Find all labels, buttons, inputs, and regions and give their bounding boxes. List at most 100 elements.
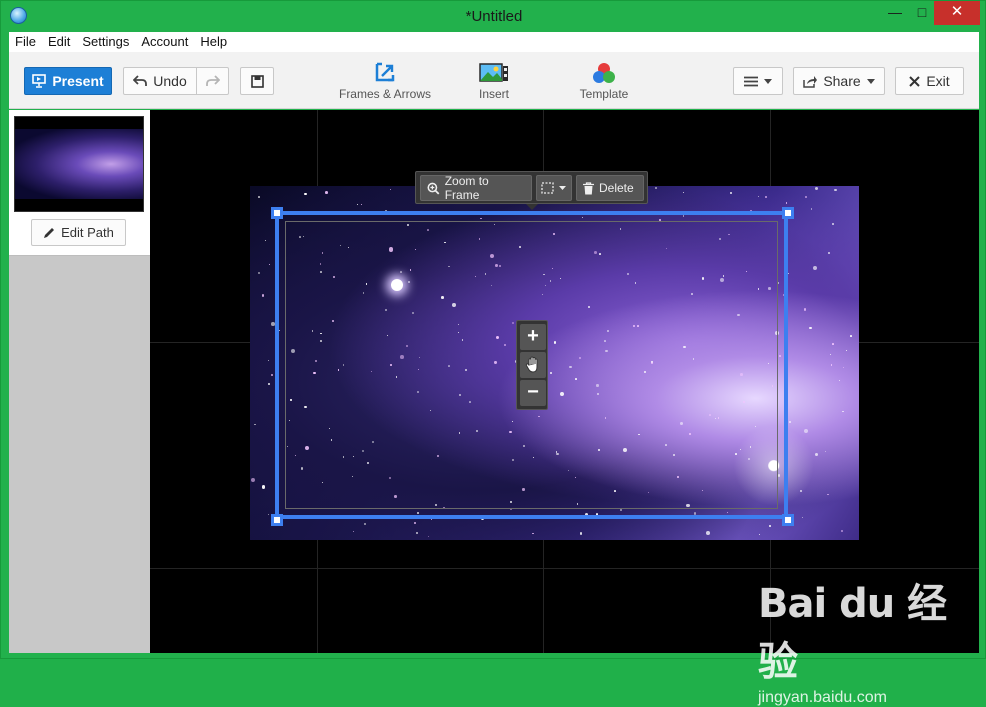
star bbox=[801, 516, 803, 518]
save-icon bbox=[250, 74, 264, 88]
delete-label: Delete bbox=[599, 181, 634, 195]
star bbox=[414, 522, 416, 524]
present-icon bbox=[32, 74, 47, 88]
star bbox=[843, 367, 845, 369]
watermark-logo: Bai du 经验 bbox=[758, 581, 947, 685]
present-button[interactable]: Present bbox=[24, 67, 112, 95]
star bbox=[804, 308, 807, 311]
insert-label: Insert bbox=[478, 87, 509, 101]
undo-icon bbox=[133, 75, 148, 86]
maximize-button[interactable]: □ bbox=[908, 1, 936, 25]
present-label: Present bbox=[52, 73, 104, 89]
menu-settings[interactable]: Settings bbox=[76, 32, 135, 52]
frame-context-toolbar: Zoom to Frame Delete bbox=[415, 171, 648, 210]
template-label: Template bbox=[579, 87, 629, 101]
menu-help[interactable]: Help bbox=[194, 32, 233, 52]
resize-handle-bottom-right[interactable] bbox=[782, 514, 794, 526]
zoom-to-frame-button[interactable]: Zoom to Frame bbox=[420, 174, 532, 202]
star bbox=[803, 429, 808, 434]
caret-down-icon bbox=[764, 78, 772, 84]
star bbox=[706, 530, 711, 535]
star bbox=[267, 383, 270, 386]
edit-path-label: Edit Path bbox=[61, 225, 114, 240]
edit-path-button[interactable]: Edit Path bbox=[31, 219, 126, 246]
insert-tool[interactable]: Insert bbox=[464, 62, 524, 101]
watermark-url: jingyan.baidu.com bbox=[758, 689, 887, 706]
menu-bar: File Edit Settings Account Help bbox=[9, 32, 979, 52]
star bbox=[428, 535, 430, 537]
grid-line bbox=[150, 568, 979, 569]
star bbox=[268, 513, 270, 515]
star bbox=[845, 349, 848, 352]
star bbox=[815, 453, 818, 456]
star bbox=[261, 485, 266, 489]
title-bar: *Untitled — □ ✕ bbox=[1, 1, 986, 32]
star bbox=[251, 477, 256, 483]
resize-handle-top-right[interactable] bbox=[782, 207, 794, 219]
caret-down-icon bbox=[559, 186, 566, 190]
frames-arrows-label: Frames & Arrows bbox=[338, 87, 431, 101]
star bbox=[267, 359, 269, 362]
undo-button[interactable]: Undo bbox=[123, 67, 197, 95]
delete-frame-button[interactable]: Delete bbox=[576, 175, 644, 201]
template-tool[interactable]: Template bbox=[572, 62, 636, 101]
caret-down-icon bbox=[866, 78, 875, 84]
star bbox=[270, 374, 273, 377]
share-button[interactable]: Share bbox=[793, 67, 885, 95]
template-icon bbox=[593, 63, 615, 83]
share-label: Share bbox=[823, 73, 861, 89]
options-menu-button[interactable] bbox=[733, 67, 783, 95]
hamburger-icon bbox=[744, 76, 758, 86]
exit-button[interactable]: Exit bbox=[895, 67, 964, 95]
star bbox=[832, 222, 835, 225]
zoom-controls: + − bbox=[516, 320, 548, 410]
minimize-button[interactable]: — bbox=[881, 1, 909, 25]
menu-file[interactable]: File bbox=[9, 32, 42, 52]
star bbox=[830, 363, 833, 366]
star bbox=[788, 421, 791, 423]
star bbox=[828, 252, 830, 254]
star bbox=[729, 191, 732, 194]
star bbox=[268, 264, 271, 266]
frames-arrows-tool[interactable]: Frames & Arrows bbox=[335, 62, 435, 101]
close-icon bbox=[909, 75, 921, 87]
close-window-button[interactable]: ✕ bbox=[934, 1, 980, 25]
zoom-out-button[interactable]: − bbox=[520, 380, 546, 406]
star bbox=[849, 335, 852, 338]
redo-button[interactable] bbox=[196, 67, 229, 95]
menu-account[interactable]: Account bbox=[135, 32, 194, 52]
trash-icon bbox=[583, 181, 594, 194]
zoom-in-icon bbox=[427, 182, 440, 195]
zoom-to-frame-label: Zoom to Frame bbox=[444, 174, 489, 202]
resize-handle-bottom-left[interactable] bbox=[271, 514, 283, 526]
star bbox=[834, 188, 837, 192]
star bbox=[824, 450, 827, 453]
insert-image-icon bbox=[479, 63, 508, 82]
star bbox=[764, 196, 767, 199]
exit-label: Exit bbox=[926, 73, 950, 89]
resize-handle-top-left[interactable] bbox=[271, 207, 283, 219]
window-title: *Untitled bbox=[465, 8, 523, 25]
hand-icon bbox=[525, 356, 538, 373]
star bbox=[353, 530, 355, 533]
star bbox=[827, 493, 829, 496]
frame-shape-dropdown[interactable] bbox=[536, 175, 572, 201]
star bbox=[258, 196, 261, 199]
star bbox=[800, 490, 803, 493]
undo-label: Undo bbox=[153, 73, 187, 89]
menu-edit[interactable]: Edit bbox=[42, 32, 76, 52]
star bbox=[654, 187, 658, 190]
frames-sidebar: Edit Path bbox=[9, 110, 150, 653]
save-button[interactable] bbox=[240, 67, 274, 95]
star bbox=[769, 524, 772, 528]
star bbox=[415, 531, 418, 535]
share-icon bbox=[803, 75, 818, 88]
pan-hand-button[interactable] bbox=[520, 352, 546, 378]
star bbox=[842, 411, 844, 413]
dashed-rect-icon bbox=[541, 182, 554, 194]
main-toolbar: Present Undo Frames & Arrows Insert Temp… bbox=[9, 52, 979, 109]
zoom-in-button[interactable]: + bbox=[520, 324, 546, 350]
frame-thumbnail[interactable] bbox=[14, 116, 144, 212]
star bbox=[804, 196, 807, 198]
star bbox=[838, 380, 840, 382]
